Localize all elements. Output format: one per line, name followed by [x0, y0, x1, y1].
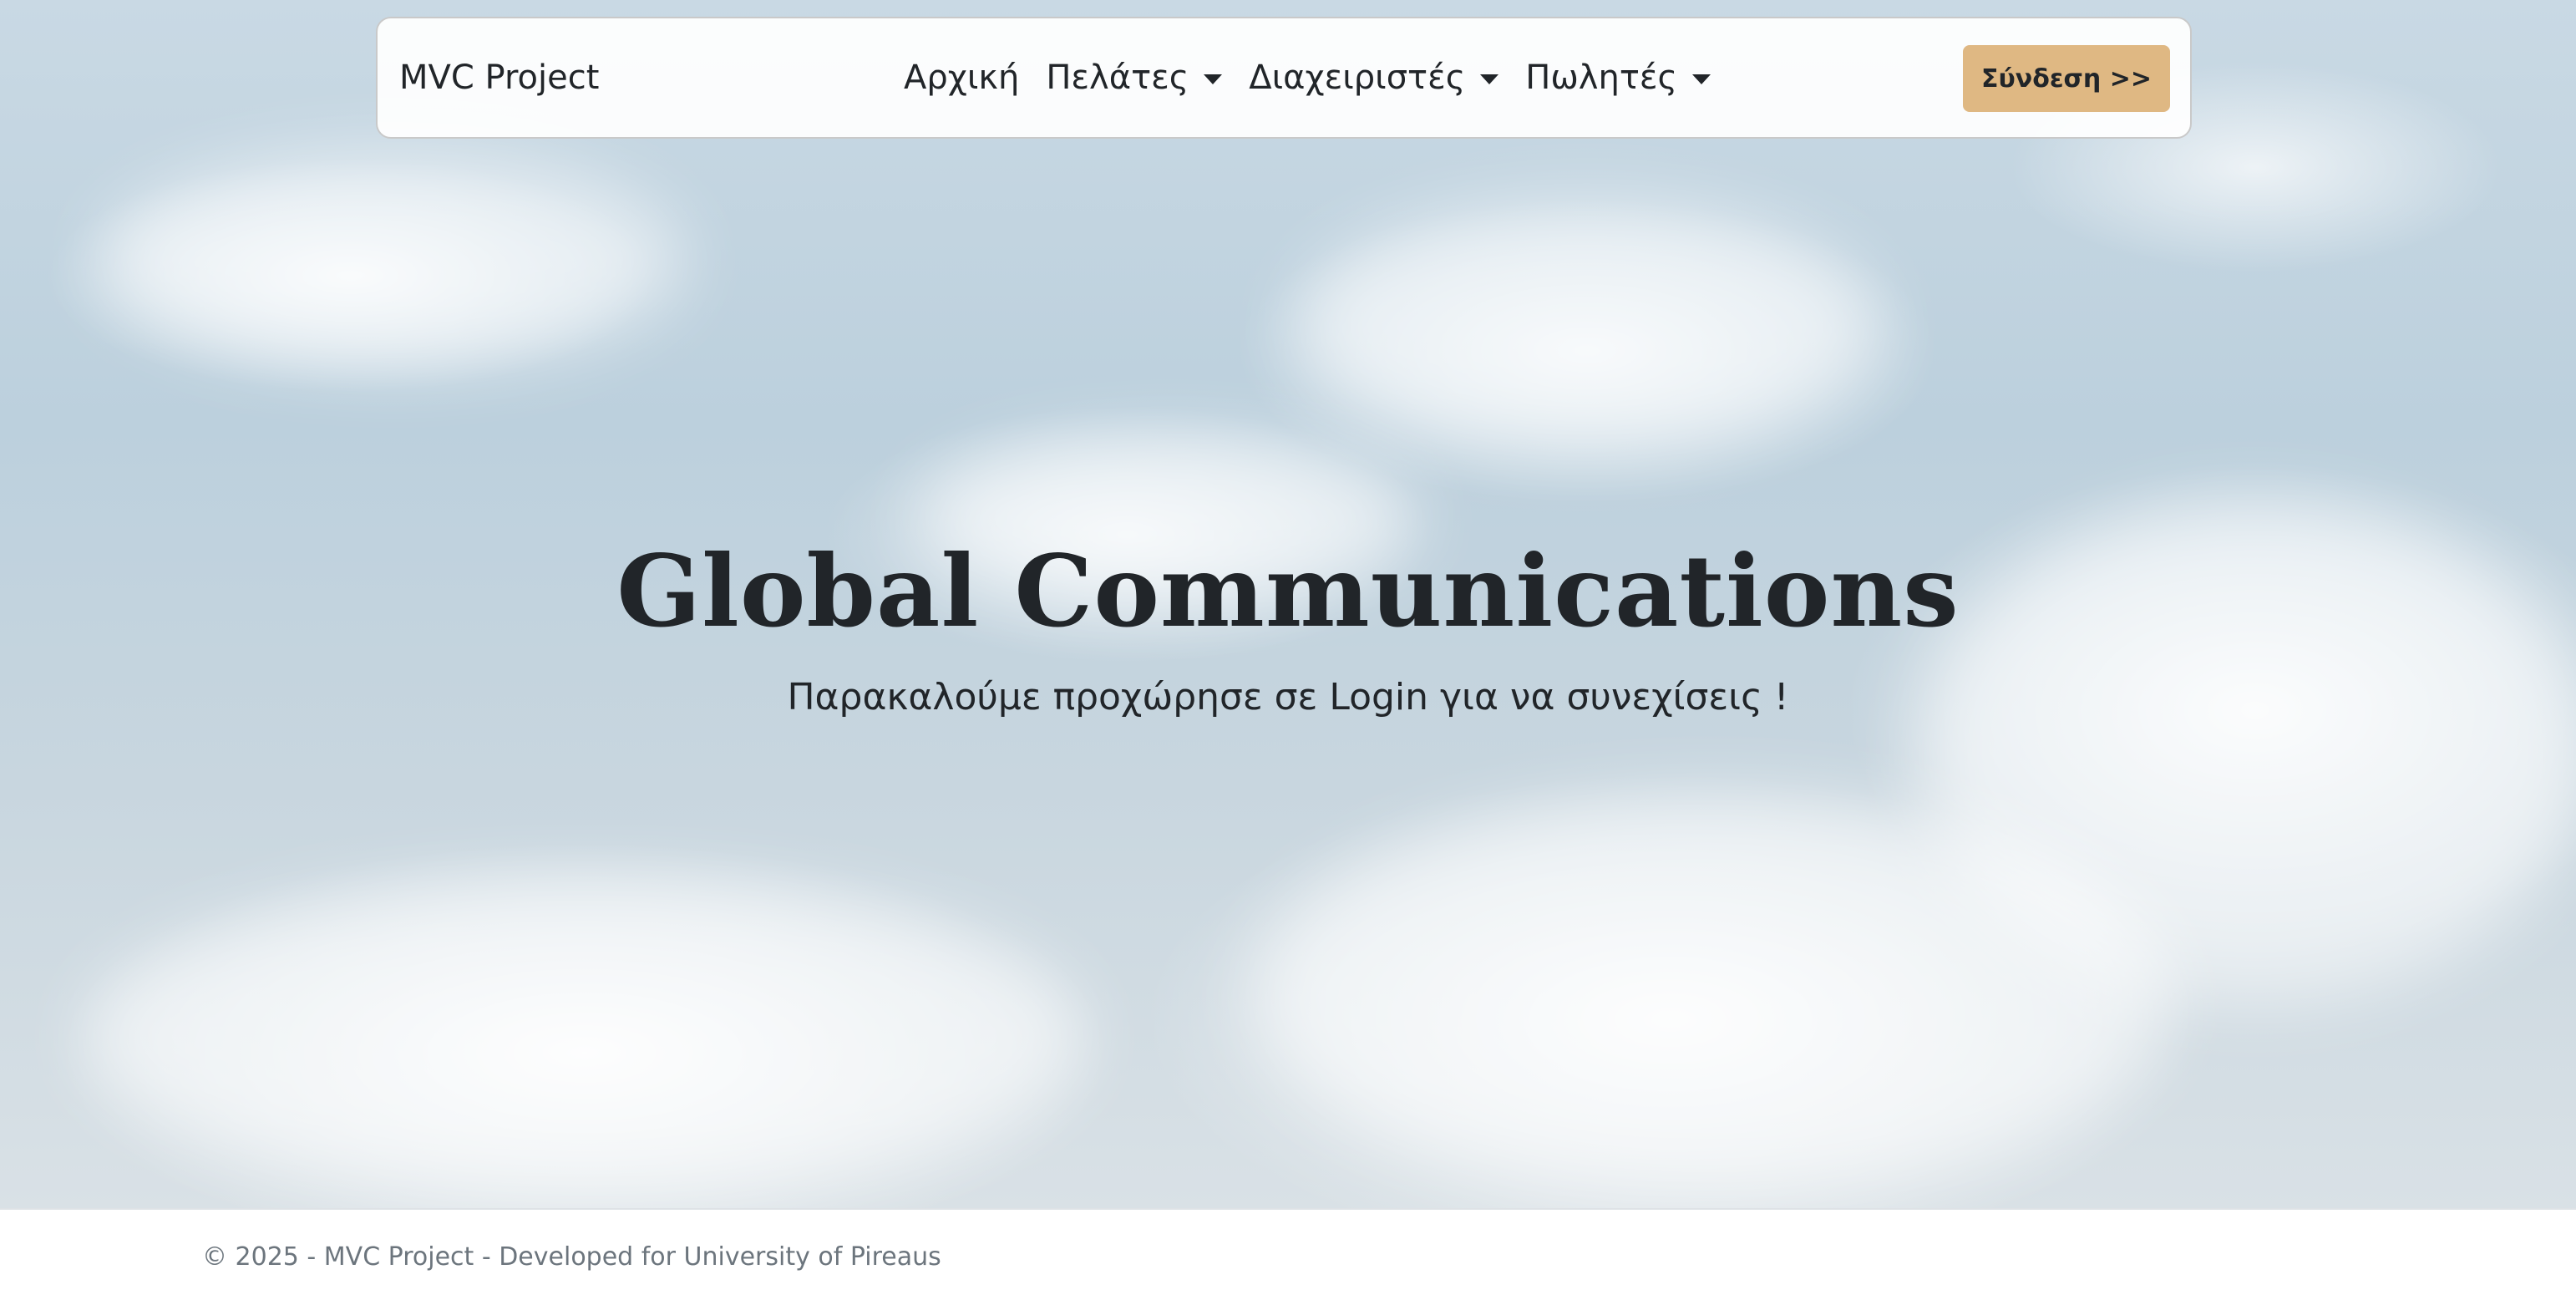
login-button[interactable]: Σύνδεση >> [1963, 45, 2170, 112]
nav-dropdown-admins[interactable]: Διαχειριστές [1249, 58, 1499, 97]
nav-dropdown-sellers[interactable]: Πωλητές [1525, 58, 1711, 97]
navbar: MVC Project Αρχική Πελάτες Διαχειριστές … [376, 17, 2192, 139]
nav-links: Αρχική Πελάτες Διαχειριστές Πωλητές [904, 18, 1737, 137]
nav-link-label: Αρχική [904, 58, 1020, 97]
caret-down-icon [1692, 74, 1711, 84]
hero-sky-background: Global Communications Παρακαλούμε προχώρ… [0, 0, 2576, 1208]
footer: © 2025 - MVC Project - Developed for Uni… [0, 1208, 2576, 1305]
navbar-brand-link[interactable]: MVC Project [399, 18, 599, 137]
hero-subtitle: Παρακαλούμε προχώρησε σε Login για να συ… [787, 676, 1789, 719]
nav-link-label: Διαχειριστές [1249, 58, 1466, 97]
nav-link-home[interactable]: Αρχική [904, 58, 1019, 97]
page: Global Communications Παρακαλούμε προχώρ… [0, 0, 2576, 1305]
nav-link-label: Πωλητές [1525, 58, 1678, 97]
footer-copyright: © 2025 - MVC Project - Developed for Uni… [202, 1242, 941, 1272]
nav-dropdown-customers[interactable]: Πελάτες [1046, 58, 1223, 97]
caret-down-icon [1204, 74, 1223, 84]
caret-down-icon [1480, 74, 1499, 84]
hero-title: Global Communications [616, 533, 1960, 649]
nav-link-label: Πελάτες [1046, 58, 1189, 97]
